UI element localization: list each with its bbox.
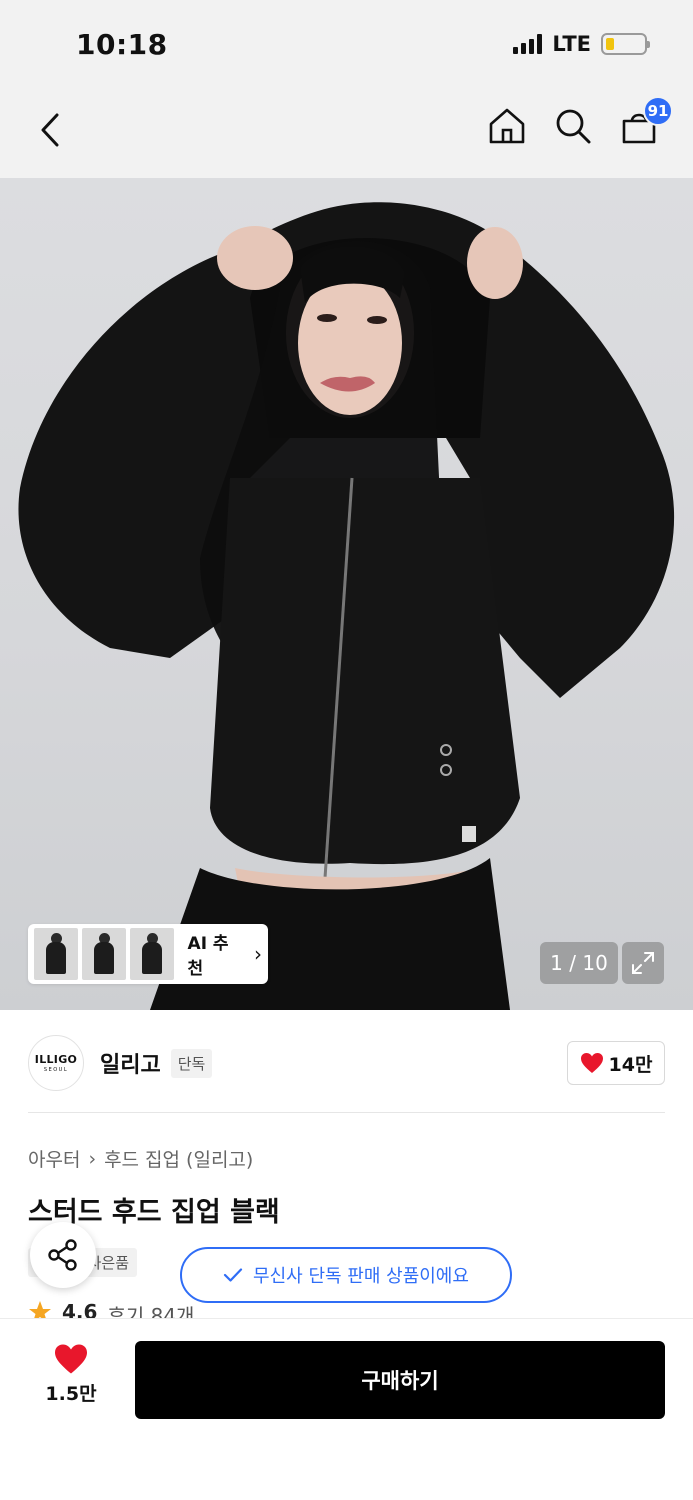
rating-row[interactable]: 4.6 후기 84개 <box>28 1300 194 1320</box>
chevron-left-icon <box>41 113 59 147</box>
breadcrumb-item[interactable]: 후드 집업 (일리고) <box>104 1145 253 1172</box>
review-count: 후기 84개 <box>107 1304 195 1320</box>
image-counter: 1 / 10 <box>540 942 618 984</box>
brand-row: ILLIGO SEOUL 일리고 단독 14만 <box>28 1034 665 1092</box>
brand-like-count: 14만 <box>608 1053 653 1076</box>
network-label: LTE <box>552 32 591 56</box>
home-button[interactable] <box>487 106 527 146</box>
brand-like-button[interactable]: 14만 <box>567 1041 665 1085</box>
chevron-right-icon: › <box>88 1147 97 1170</box>
bottom-bar: 1.5만 구매하기 <box>0 1318 693 1500</box>
expand-icon <box>632 952 654 974</box>
status-time: 10:18 <box>76 28 168 61</box>
wish-count: 1.5만 <box>45 1383 97 1405</box>
cart-count-badge: 91 <box>643 96 673 126</box>
check-icon <box>223 1268 243 1282</box>
home-icon <box>489 108 525 144</box>
ai-recommend-button[interactable]: AI 추천 › <box>28 924 268 984</box>
search-icon <box>556 109 591 144</box>
share-button[interactable] <box>30 1222 96 1288</box>
product-photo <box>18 202 675 1010</box>
back-button[interactable] <box>30 108 70 152</box>
share-icon <box>48 1239 77 1271</box>
expand-button[interactable] <box>622 942 664 984</box>
buy-button[interactable]: 구매하기 <box>135 1341 665 1419</box>
brand-logo-sub: SEOUL <box>43 1067 69 1073</box>
top-bar: 10:18 LTE 91 <box>0 0 693 178</box>
brand-exclusive-tag: 단독 <box>170 1048 213 1078</box>
battery-icon <box>601 33 650 55</box>
wish-button[interactable]: 1.5만 <box>40 1343 102 1406</box>
heart-icon <box>580 1053 603 1073</box>
ai-thumbnail <box>34 928 78 980</box>
heart-icon <box>55 1344 87 1374</box>
ai-thumbnail <box>129 928 174 980</box>
breadcrumb-item[interactable]: 아우터 <box>28 1145 80 1172</box>
product-image[interactable]: AI 추천 › 1 / 10 <box>0 178 693 1010</box>
status-indicators: LTE <box>513 32 650 56</box>
ai-recommend-label: AI 추천 <box>187 934 229 979</box>
brand-logo-text: ILLIGO <box>34 1053 78 1066</box>
chevron-right-icon: › <box>254 942 263 966</box>
cart-button[interactable]: 91 <box>619 96 673 146</box>
exclusive-notice-text: 무신사 단독 판매 상품이에요 <box>253 1266 469 1287</box>
star-icon <box>29 1301 51 1320</box>
brand-name[interactable]: 일리고 <box>100 1047 161 1079</box>
ai-thumbnail <box>81 928 126 980</box>
rating-score: 4.6 <box>62 1300 98 1320</box>
divider <box>28 1112 665 1113</box>
exclusive-notice: 무신사 단독 판매 상품이에요 <box>180 1247 512 1303</box>
brand-logo[interactable]: ILLIGO SEOUL <box>28 1035 84 1091</box>
search-button[interactable] <box>553 106 593 146</box>
breadcrumb: 아우터 › 후드 집업 (일리고) <box>28 1145 253 1172</box>
header-actions: 91 <box>487 96 673 146</box>
signal-icon <box>513 34 543 54</box>
